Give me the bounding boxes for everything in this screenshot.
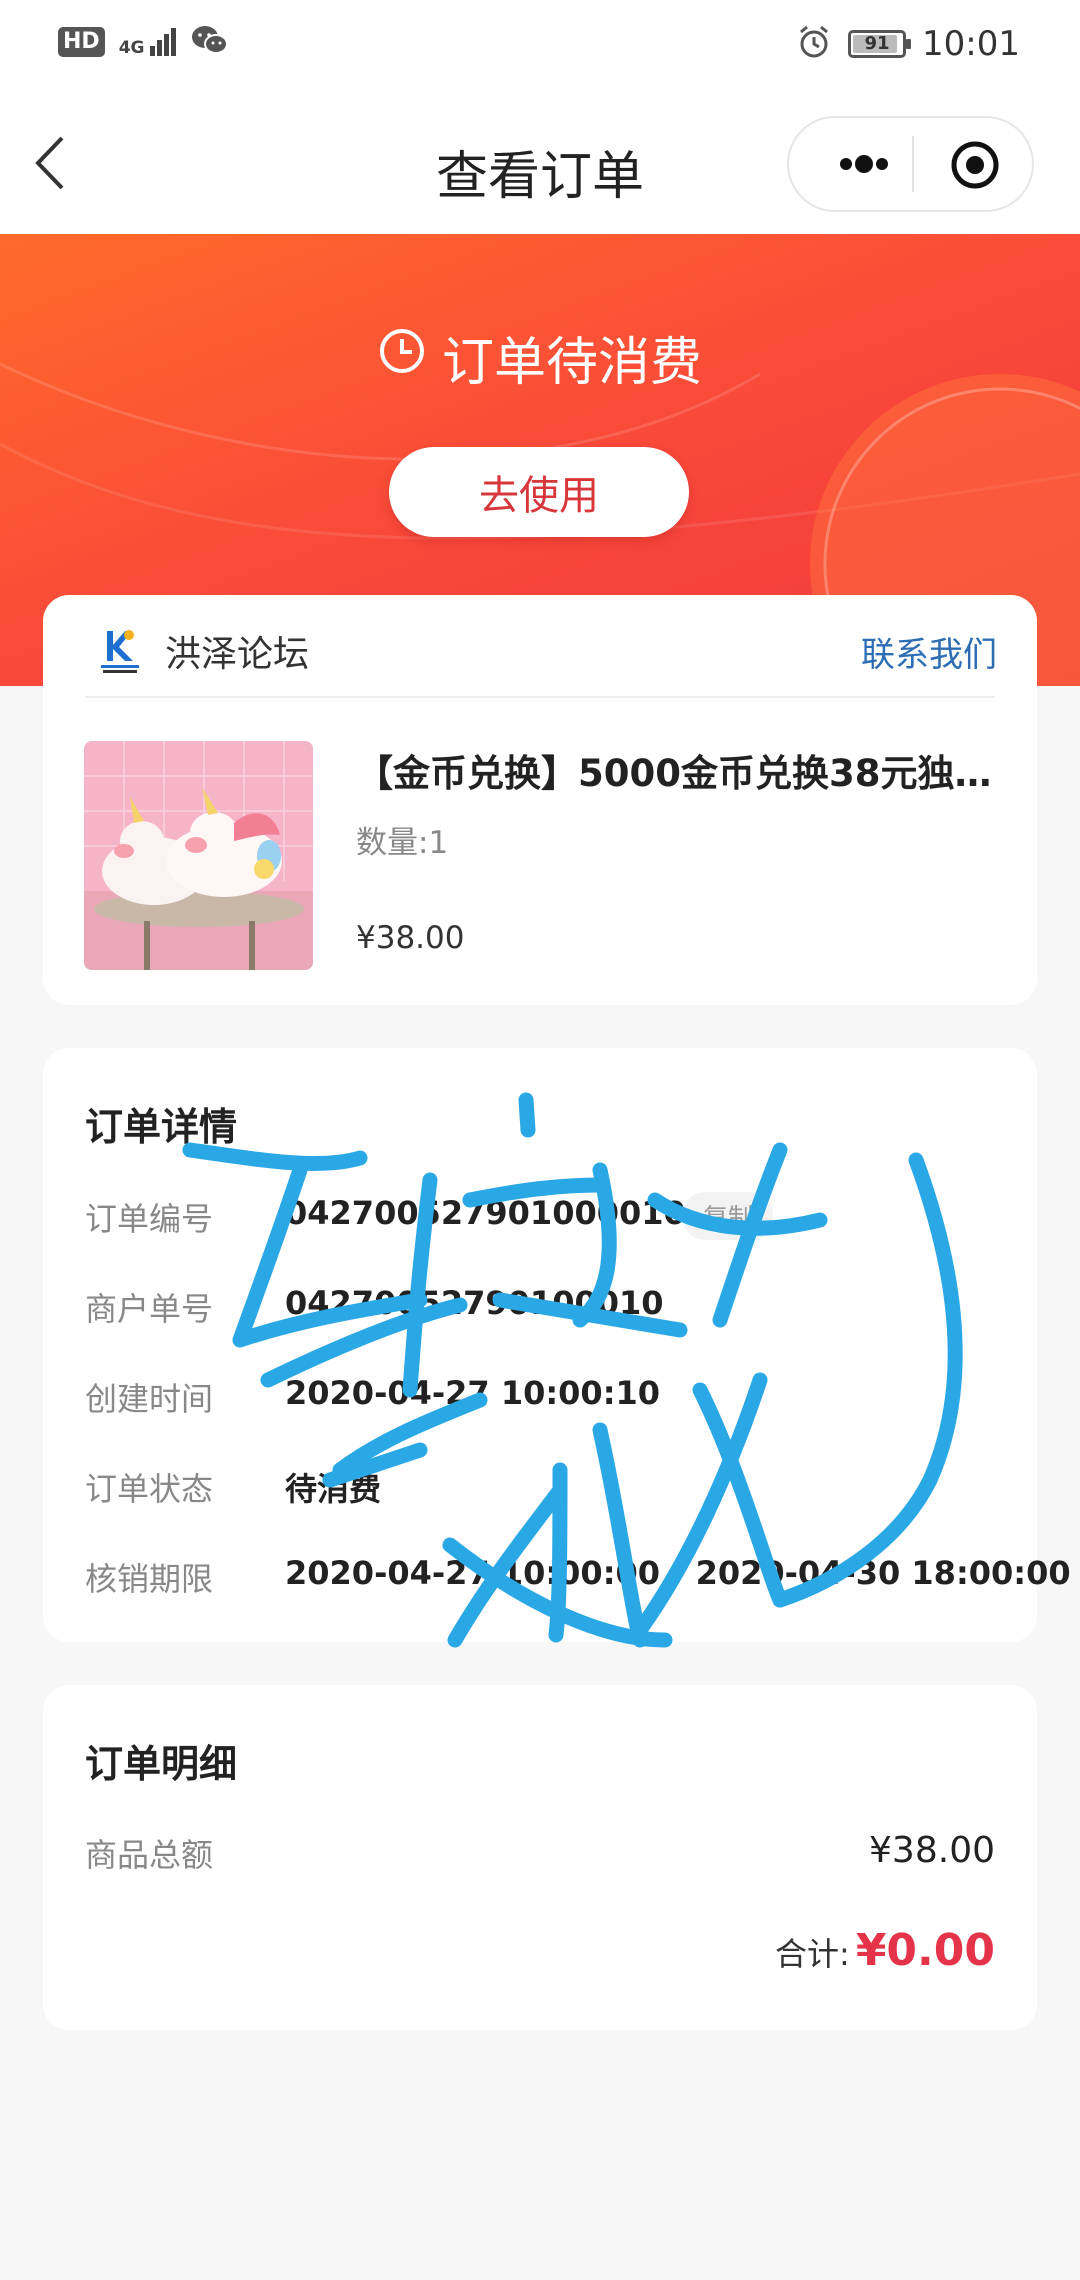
shop-logo-icon [97, 627, 143, 677]
status-bar: HD 4G 91 10:01 [0, 0, 1080, 92]
redeem-period: 2020-04-27 10:00:00 - 2020-04-30 18:00:0… [285, 1554, 1071, 1592]
mini-program-capsule [787, 116, 1034, 212]
order-details-card: 订单详情 订单编号 0427005279010000101 复制 商户单号 04… [43, 1048, 1071, 1642]
order-number-row: 订单编号 0427005279010000101 复制 [85, 1192, 1005, 1244]
merchant-number-row: 商户单号 04270052790100010 [85, 1284, 664, 1328]
contact-us-link[interactable]: 联系我们 [861, 627, 997, 676]
product-price: ¥38.00 [356, 920, 465, 956]
order-status-text: 订单待消费 [441, 333, 702, 393]
order-status: 待消费 [285, 1470, 382, 1508]
use-button[interactable]: 去使用 [389, 447, 689, 537]
goods-total-amount: ¥38.00 [869, 1830, 995, 1871]
total-amount: ¥0.00 [855, 1925, 995, 1976]
created-time-row: 创建时间 2020-04-27 10:00:10 [85, 1374, 661, 1418]
order-status-row: 订单状态 待消费 [85, 1464, 1005, 1514]
battery-icon: 91 [848, 30, 912, 58]
goods-total-row: 商品总额 ¥38.00 [85, 1830, 995, 1874]
clock-icon [378, 327, 426, 388]
product-image[interactable] [84, 741, 313, 970]
product-card: 洪泽论坛 联系我们 【金币兑换】5000金币兑换38元独… 数量:1 ¥38.0… [43, 595, 1037, 1005]
order-summary-title: 订单明细 [85, 1742, 238, 1786]
status-time: 10:01 [922, 24, 1020, 64]
created-time: 2020-04-27 10:00:10 [285, 1374, 661, 1412]
hd-icon: HD [58, 27, 105, 57]
redeem-period-row: 核销期限 2020-04-27 10:00:00 - 2020-04-30 18… [85, 1554, 1071, 1598]
signal-icon: 4G [119, 28, 177, 57]
divider [85, 696, 995, 698]
close-target-icon[interactable] [949, 139, 1001, 191]
order-summary-card: 订单明细 商品总额 ¥38.00 合计: ¥0.00 [43, 1685, 1037, 2030]
nav-bar: 查看订单 [0, 92, 1080, 234]
product-quantity: 数量:1 [356, 825, 449, 861]
order-details-title: 订单详情 [85, 1105, 238, 1149]
more-icon[interactable] [819, 142, 909, 186]
merchant-number: 04270052790100010 [285, 1284, 664, 1322]
copy-button[interactable]: 复制 [683, 1192, 774, 1240]
alarm-icon [796, 24, 832, 64]
shop-name: 洪泽论坛 [165, 634, 310, 675]
wechat-icon [190, 24, 229, 60]
total-row: 合计: ¥0.00 [775, 1925, 995, 1976]
order-page: HD 4G 91 10:01 查看订单 订单待消费 去使用 洪泽论坛 联系我们 … [0, 0, 1080, 2280]
product-title[interactable]: 【金币兑换】5000金币兑换38元独… [356, 743, 996, 797]
order-number: 0427005279010000101 [285, 1194, 709, 1232]
